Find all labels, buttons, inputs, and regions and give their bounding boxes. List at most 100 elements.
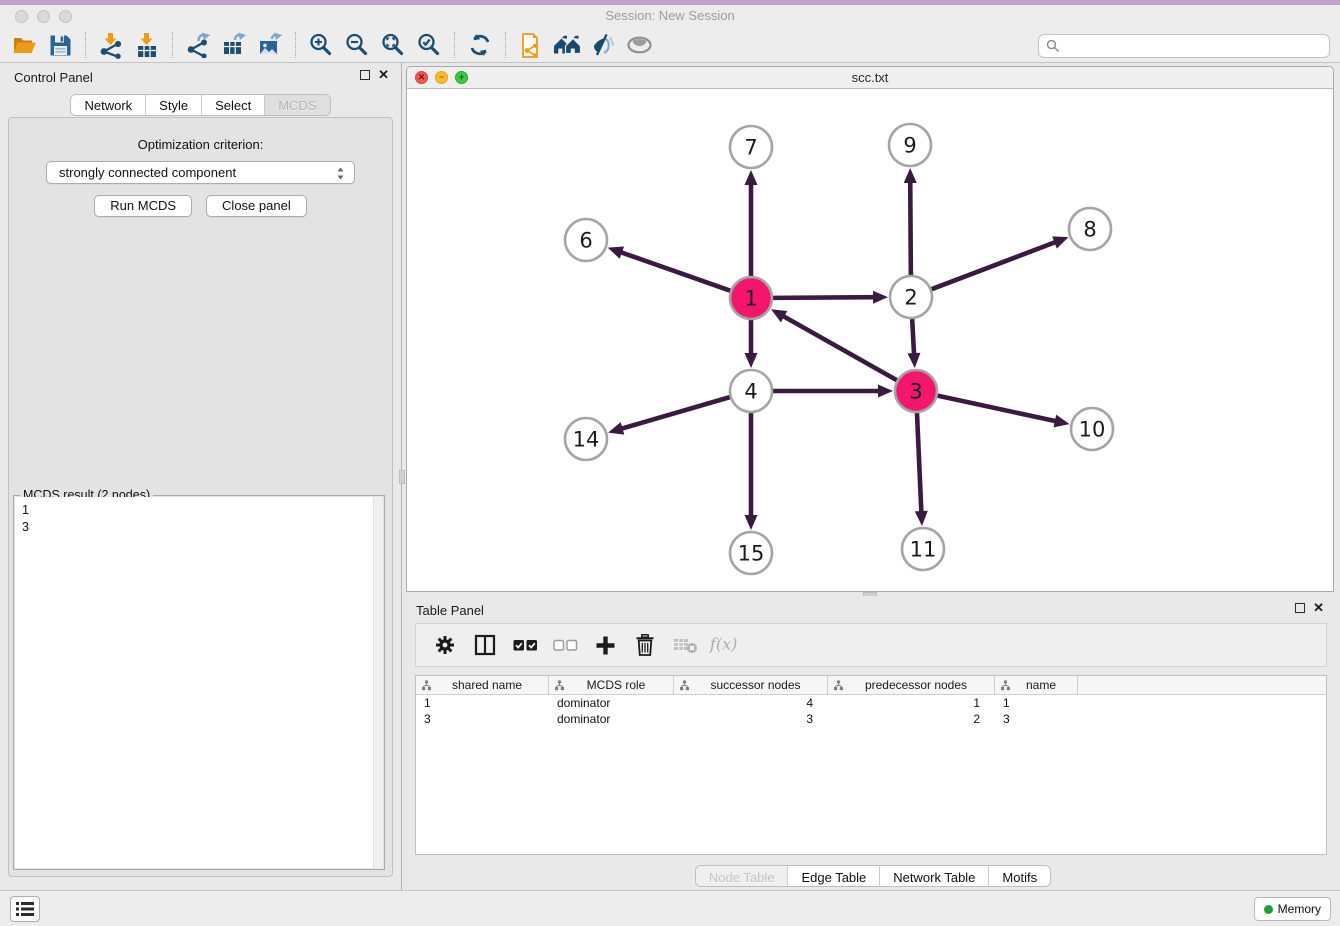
window-traffic-lights[interactable] bbox=[15, 10, 72, 23]
minimize-window-button[interactable] bbox=[37, 10, 50, 23]
import-table-icon[interactable] bbox=[129, 30, 165, 60]
cell-name[interactable]: 3 bbox=[995, 711, 1078, 727]
close-table-panel-icon[interactable]: ✕ bbox=[1313, 603, 1324, 613]
optimization-criterion-select[interactable]: strongly connected component bbox=[46, 161, 355, 184]
graph-edge-2-3[interactable] bbox=[907, 319, 920, 368]
graph-edge-2-9[interactable] bbox=[904, 168, 917, 275]
memory-button[interactable]: Memory bbox=[1254, 897, 1331, 921]
vertical-split-handle[interactable] bbox=[399, 470, 405, 484]
graph-node-15[interactable]: 15 bbox=[730, 532, 772, 574]
tab-mcds[interactable]: MCDS bbox=[264, 95, 329, 115]
network-close-button[interactable]: ✕ bbox=[415, 71, 428, 84]
close-panel-icon[interactable]: ✕ bbox=[378, 70, 389, 80]
cell-shared-name[interactable]: 1 bbox=[416, 695, 549, 711]
graph-edge-4-15[interactable] bbox=[745, 413, 758, 530]
zoom-out-icon[interactable] bbox=[339, 30, 375, 60]
graph-node-11[interactable]: 11 bbox=[902, 528, 944, 570]
float-panel-icon[interactable] bbox=[360, 70, 370, 80]
network-maximize-button[interactable]: + bbox=[455, 71, 468, 84]
cell-successor-nodes[interactable]: 4 bbox=[674, 695, 828, 711]
graph-edge-1-2[interactable] bbox=[773, 291, 888, 304]
table-row[interactable]: 3dominator323 bbox=[416, 711, 1326, 727]
main-toolbar bbox=[0, 28, 1340, 63]
column-header-predecessor-nodes[interactable]: predecessor nodes bbox=[828, 676, 995, 694]
show-hide-icon[interactable] bbox=[585, 30, 621, 60]
export-network-icon[interactable] bbox=[180, 30, 216, 60]
graph-node-7[interactable]: 7 bbox=[730, 126, 772, 168]
tab-motifs[interactable]: Motifs bbox=[988, 866, 1050, 887]
task-history-button[interactable] bbox=[10, 896, 40, 922]
graph-node-14[interactable]: 14 bbox=[565, 418, 607, 460]
graph-node-1[interactable]: 1 bbox=[730, 277, 772, 319]
tab-network[interactable]: Network bbox=[71, 95, 145, 115]
svg-text:15: 15 bbox=[738, 542, 765, 566]
close-panel-button[interactable]: Close panel bbox=[206, 195, 307, 217]
network-minimize-button[interactable]: − bbox=[435, 71, 448, 84]
graph-edge-1-7[interactable] bbox=[745, 170, 758, 276]
table-panel-tabs: Node TableEdge TableNetwork TableMotifs bbox=[695, 865, 1051, 887]
tab-node-table[interactable]: Node Table bbox=[696, 866, 788, 887]
birds-eye-icon[interactable] bbox=[621, 30, 657, 60]
tab-style[interactable]: Style bbox=[145, 95, 201, 115]
cell-predecessor-nodes[interactable]: 2 bbox=[828, 711, 995, 727]
tab-edge-table[interactable]: Edge Table bbox=[787, 866, 879, 887]
apply-layout-icon[interactable] bbox=[462, 30, 498, 60]
save-icon[interactable] bbox=[42, 30, 78, 60]
homes-icon[interactable] bbox=[549, 30, 585, 60]
gear-icon[interactable] bbox=[428, 628, 462, 662]
cell-MCDS-role[interactable]: dominator bbox=[549, 695, 674, 711]
tab-select[interactable]: Select bbox=[201, 95, 264, 115]
search-input[interactable] bbox=[1038, 34, 1330, 58]
graph-edge-1-4[interactable] bbox=[745, 320, 758, 368]
table-header-row: shared nameMCDS rolesuccessor nodesprede… bbox=[416, 676, 1326, 695]
column-header-MCDS-role[interactable]: MCDS role bbox=[549, 676, 674, 694]
export-image-icon[interactable] bbox=[252, 30, 288, 60]
cell-name[interactable]: 1 bbox=[995, 695, 1078, 711]
network-from-file-icon[interactable] bbox=[513, 30, 549, 60]
export-table-icon[interactable] bbox=[216, 30, 252, 60]
cell-shared-name[interactable]: 3 bbox=[416, 711, 549, 727]
mcds-result-textarea[interactable]: 13 bbox=[15, 497, 383, 868]
graph-edge-1-6[interactable] bbox=[608, 246, 731, 290]
graph-edge-3-1[interactable] bbox=[771, 309, 897, 380]
table-row[interactable]: 1dominator411 bbox=[416, 695, 1326, 711]
graph-edge-3-10[interactable] bbox=[938, 396, 1070, 428]
trash-icon[interactable] bbox=[628, 628, 662, 662]
column-header-shared-name[interactable]: shared name bbox=[416, 676, 549, 694]
result-scrollbar[interactable] bbox=[373, 497, 383, 868]
column-header-name[interactable]: name bbox=[995, 676, 1078, 694]
graph-node-10[interactable]: 10 bbox=[1071, 408, 1113, 450]
import-network-icon[interactable] bbox=[93, 30, 129, 60]
graph-node-6[interactable]: 6 bbox=[565, 219, 607, 261]
column-header-successor-nodes[interactable]: successor nodes bbox=[674, 676, 828, 694]
network-canvas[interactable]: 7 9 6 8 1 2 4 3 14 10 15 11 bbox=[407, 89, 1333, 591]
zoom-fit-icon[interactable] bbox=[375, 30, 411, 60]
zoom-selected-icon[interactable] bbox=[411, 30, 447, 60]
zoom-window-button[interactable] bbox=[59, 10, 72, 23]
float-table-panel-icon[interactable] bbox=[1295, 603, 1305, 613]
graph-edge-4-3[interactable] bbox=[773, 385, 893, 398]
list-icon bbox=[16, 902, 34, 916]
network-window-titlebar[interactable]: ✕ − + scc.txt bbox=[407, 67, 1333, 89]
graph-node-9[interactable]: 9 bbox=[889, 124, 931, 166]
columns-icon[interactable] bbox=[468, 628, 502, 662]
cell-successor-nodes[interactable]: 3 bbox=[674, 711, 828, 727]
cell-MCDS-role[interactable]: dominator bbox=[549, 711, 674, 727]
uncheck-all-icon[interactable] bbox=[548, 628, 582, 662]
run-mcds-button[interactable]: Run MCDS bbox=[94, 195, 192, 217]
graph-edge-3-11[interactable] bbox=[915, 413, 928, 526]
graph-node-4[interactable]: 4 bbox=[730, 370, 772, 412]
graph-node-8[interactable]: 8 bbox=[1069, 208, 1111, 250]
add-icon[interactable] bbox=[588, 628, 622, 662]
graph-node-3[interactable]: 3 bbox=[895, 370, 937, 412]
check-all-icon[interactable] bbox=[508, 628, 542, 662]
zoom-in-icon[interactable] bbox=[303, 30, 339, 60]
tab-network-table[interactable]: Network Table bbox=[879, 866, 988, 887]
graph-node-2[interactable]: 2 bbox=[890, 276, 932, 318]
open-folder-icon[interactable] bbox=[6, 30, 42, 60]
close-window-button[interactable] bbox=[15, 10, 28, 23]
cell-predecessor-nodes[interactable]: 1 bbox=[828, 695, 995, 711]
graph-edge-2-8[interactable] bbox=[932, 236, 1069, 289]
toolbar-separator bbox=[85, 32, 86, 58]
graph-edge-4-14[interactable] bbox=[608, 397, 730, 434]
